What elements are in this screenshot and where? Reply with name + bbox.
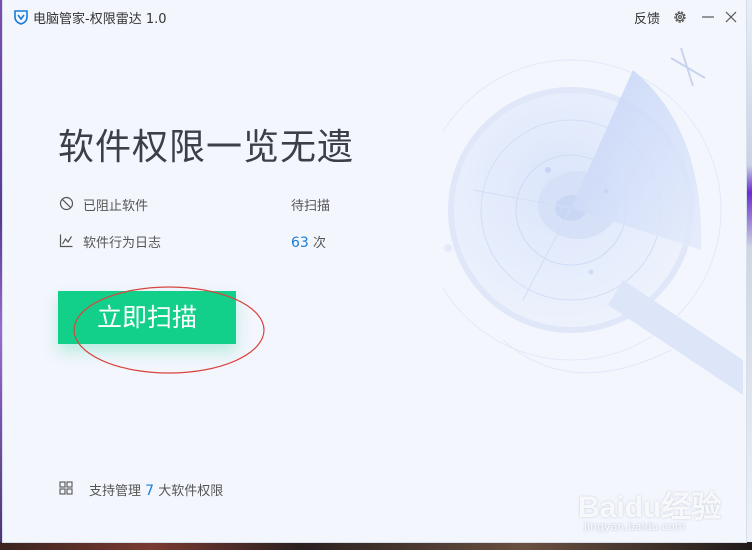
gear-icon[interactable]: [672, 9, 688, 25]
app-window: 电脑管家-权限雷达 1.0 反馈 软件权限一览无遗 已阻止软件 待扫描 软件行为…: [3, 0, 746, 542]
chart-icon: [59, 234, 73, 248]
minimize-icon[interactable]: [700, 9, 716, 25]
title-bar: 电脑管家-权限雷达 1.0 反馈: [3, 0, 746, 34]
blocked-software-label: 已阻止软件: [83, 199, 149, 214]
behavior-log-count: 63: [291, 235, 309, 251]
scan-now-button[interactable]: 立即扫描: [58, 291, 236, 344]
behavior-log-label: 软件行为日志: [83, 236, 162, 251]
baidu-watermark: Baidu经验 jingyan.baidu.com: [578, 482, 728, 542]
footer-count: 7: [145, 483, 155, 499]
footer-suffix: 大软件权限: [158, 484, 224, 499]
footer-prefix: 支持管理: [89, 484, 142, 499]
block-icon: [59, 196, 74, 211]
desktop-edge-bottom: [0, 542, 752, 550]
blocked-software-row: 已阻止软件 待扫描: [59, 195, 349, 214]
radar-illustration: [443, 47, 743, 395]
close-icon[interactable]: [723, 9, 739, 25]
blocked-software-status: 待扫描: [291, 199, 331, 214]
footer-text: 支持管理 7 大软件权限: [89, 480, 223, 499]
grid-icon: [59, 481, 73, 495]
window-title: 电脑管家-权限雷达 1.0: [33, 12, 167, 27]
desktop-edge-right: [746, 0, 752, 550]
behavior-log-value: 63 次: [291, 232, 326, 251]
shield-logo-icon: [14, 10, 28, 25]
behavior-log-row: 软件行为日志 63 次: [59, 232, 349, 251]
watermark-url: jingyan.baidu.com: [584, 520, 686, 533]
headline: 软件权限一览无遗: [58, 127, 355, 168]
behavior-log-unit: 次: [312, 236, 326, 251]
feedback-link[interactable]: 反馈: [634, 8, 660, 27]
footer-info: 支持管理 7 大软件权限: [59, 480, 259, 499]
